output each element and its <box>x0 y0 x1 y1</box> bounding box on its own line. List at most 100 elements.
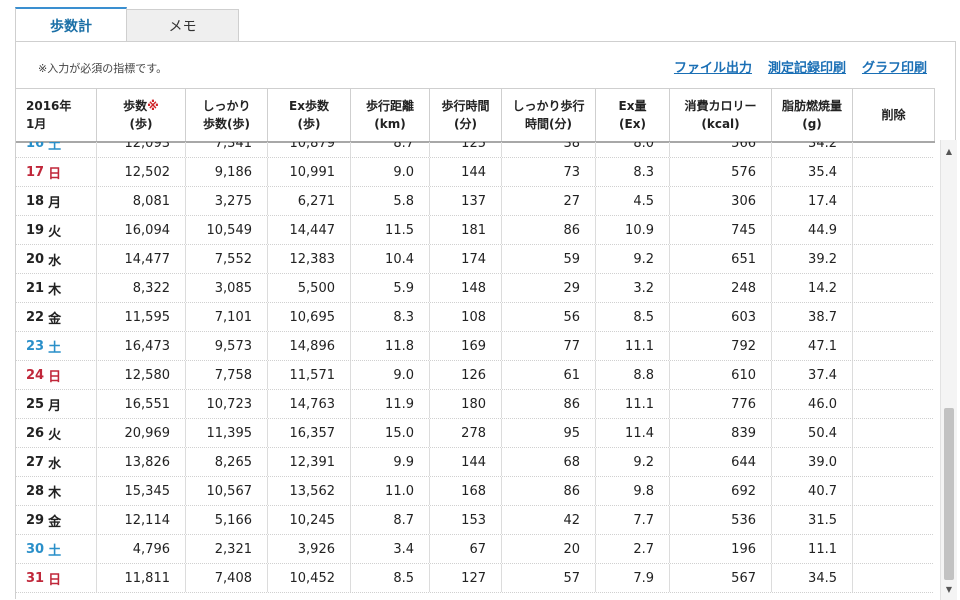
table-row[interactable]: 19 火 16,094 10,549 14,447 11.5 181 86 10.9 745 44.… <box>16 216 934 245</box>
value-cell: 651 <box>670 245 772 273</box>
table-row[interactable]: 21 木 8,322 3,085 5,500 5.9 148 29 3.2 248 14.2 <box>16 274 934 303</box>
header-steps: 歩数※ (歩) <box>97 89 186 141</box>
header-fat-burned-unit: (g) <box>802 117 822 131</box>
table-row[interactable]: 28 木 15,345 10,567 13,562 11.0 168 86 9.8 692 40.7 <box>16 477 934 506</box>
table-body[interactable]: 16 土 12,093 7,341 10,879 8.7 125 38 8.0 566 34.2 17… <box>16 142 934 600</box>
value-cell: 8.5 <box>351 564 430 592</box>
header-steps-label: 歩数 <box>123 99 148 113</box>
table-row[interactable]: 29 金 12,114 5,166 10,245 8.7 153 42 7.7 536 31.5 <box>16 506 934 535</box>
value-cell: 8.7 <box>351 142 430 157</box>
value-cell: 7,408 <box>186 564 268 592</box>
delete-cell[interactable] <box>853 477 934 505</box>
value-cell: 12,383 <box>268 245 351 273</box>
table-row[interactable]: 16 土 12,093 7,341 10,879 8.7 125 38 8.0 566 34.2 <box>16 142 934 158</box>
value-cell: 44.9 <box>772 216 853 244</box>
header-fat-burned-label: 脂肪燃焼量 <box>781 99 842 113</box>
delete-cell[interactable] <box>853 506 934 534</box>
delete-cell[interactable] <box>853 390 934 418</box>
header-walk-time-unit: (分) <box>454 117 477 131</box>
day-of-week: 土 <box>48 340 62 356</box>
print-records-link[interactable]: 測定記録印刷 <box>768 57 846 76</box>
value-cell: 11.5 <box>351 216 430 244</box>
value-cell: 34.2 <box>772 142 853 157</box>
vertical-scrollbar[interactable]: ▲ ▼ <box>940 140 957 600</box>
value-cell: 5.8 <box>351 187 430 215</box>
file-export-link[interactable]: ファイル出力 <box>674 57 752 76</box>
scroll-down-arrow-icon[interactable]: ▼ <box>941 582 957 596</box>
header-calories: 消費カロリー (kcal) <box>670 89 772 141</box>
value-cell: 73 <box>502 158 596 186</box>
header-distance-label: 歩行距離 <box>365 99 414 113</box>
value-cell: 11,811 <box>97 564 186 592</box>
delete-cell[interactable] <box>853 361 934 389</box>
value-cell: 17.4 <box>772 187 853 215</box>
value-cell: 3,275 <box>186 187 268 215</box>
delete-cell[interactable] <box>853 216 934 244</box>
header-ex-steps-unit: (歩) <box>297 117 321 131</box>
scroll-up-arrow-icon[interactable]: ▲ <box>941 144 957 158</box>
table-row[interactable]: 26 火 20,969 11,395 16,357 15.0 278 95 11.4 839 50.… <box>16 419 934 448</box>
value-cell: 5,166 <box>186 506 268 534</box>
delete-cell[interactable] <box>853 448 934 476</box>
day-cell: 25 月 <box>16 390 97 418</box>
table-row[interactable]: 30 土 4,796 2,321 3,926 3.4 67 20 2.7 196 11.1 <box>16 535 934 564</box>
delete-cell[interactable] <box>853 419 934 447</box>
value-cell: 12,391 <box>268 448 351 476</box>
delete-cell[interactable] <box>853 187 934 215</box>
day-cell: 30 土 <box>16 535 97 563</box>
header-distance: 歩行距離 (km) <box>351 89 430 141</box>
value-cell: 50.4 <box>772 419 853 447</box>
table-row[interactable]: 27 水 13,826 8,265 12,391 9.9 144 68 9.2 644 39.0 <box>16 448 934 477</box>
value-cell: 8.7 <box>351 506 430 534</box>
value-cell: 11.1 <box>772 535 853 563</box>
day-number: 31 <box>26 570 45 586</box>
day-cell: 28 木 <box>16 477 97 505</box>
delete-cell[interactable] <box>853 535 934 563</box>
delete-cell[interactable] <box>853 245 934 273</box>
table-row[interactable]: 25 月 16,551 10,723 14,763 11.9 180 86 11.1 776 46.… <box>16 390 934 419</box>
day-of-week: 日 <box>48 572 62 588</box>
day-of-week: 水 <box>48 456 62 472</box>
tab-pedometer[interactable]: 歩数計 <box>15 7 127 42</box>
value-cell: 9.2 <box>596 448 670 476</box>
day-number: 30 <box>26 541 45 557</box>
action-links: ファイル出力 測定記録印刷 グラフ印刷 <box>674 57 927 76</box>
day-cell: 17 日 <box>16 158 97 186</box>
value-cell: 46.0 <box>772 390 853 418</box>
value-cell: 9,186 <box>186 158 268 186</box>
value-cell: 776 <box>670 390 772 418</box>
table-row[interactable]: 20 水 14,477 7,552 12,383 10.4 174 59 9.2 651 39.2 <box>16 245 934 274</box>
print-graph-link[interactable]: グラフ印刷 <box>862 57 927 76</box>
day-number: 25 <box>26 396 45 412</box>
table-row[interactable]: 24 日 12,580 7,758 11,571 9.0 126 61 8.8 610 37.4 <box>16 361 934 390</box>
delete-cell[interactable] <box>853 332 934 360</box>
value-cell: 37.4 <box>772 361 853 389</box>
table-row[interactable]: 31 日 11,811 7,408 10,452 8.5 127 57 7.9 567 34.5 <box>16 564 934 593</box>
tab-memo[interactable]: メモ <box>127 9 239 42</box>
delete-cell[interactable] <box>853 564 934 592</box>
day-cell: 24 日 <box>16 361 97 389</box>
delete-cell[interactable] <box>853 274 934 302</box>
value-cell: 6,271 <box>268 187 351 215</box>
delete-cell[interactable] <box>853 303 934 331</box>
value-cell: 5,500 <box>268 274 351 302</box>
header-distance-unit: (km) <box>374 117 406 131</box>
header-walk-time: 歩行時間 (分) <box>430 89 502 141</box>
table-row[interactable]: 18 月 8,081 3,275 6,271 5.8 137 27 4.5 306 17.4 <box>16 187 934 216</box>
value-cell: 86 <box>502 477 596 505</box>
day-cell: 18 月 <box>16 187 97 215</box>
value-cell: 644 <box>670 448 772 476</box>
delete-cell[interactable] <box>853 142 934 157</box>
value-cell: 11.8 <box>351 332 430 360</box>
value-cell: 11,571 <box>268 361 351 389</box>
value-cell: 56 <box>502 303 596 331</box>
table-row[interactable]: 23 土 16,473 9,573 14,896 11.8 169 77 11.1 792 47.1 <box>16 332 934 361</box>
value-cell: 42 <box>502 506 596 534</box>
table-row[interactable]: 17 日 12,502 9,186 10,991 9.0 144 73 8.3 576 35.4 <box>16 158 934 187</box>
value-cell: 7,758 <box>186 361 268 389</box>
table-row[interactable]: 22 金 11,595 7,101 10,695 8.3 108 56 8.5 603 38.7 <box>16 303 934 332</box>
delete-cell[interactable] <box>853 158 934 186</box>
day-cell: 26 火 <box>16 419 97 447</box>
value-cell: 278 <box>430 419 502 447</box>
scrollbar-thumb[interactable] <box>944 408 954 580</box>
